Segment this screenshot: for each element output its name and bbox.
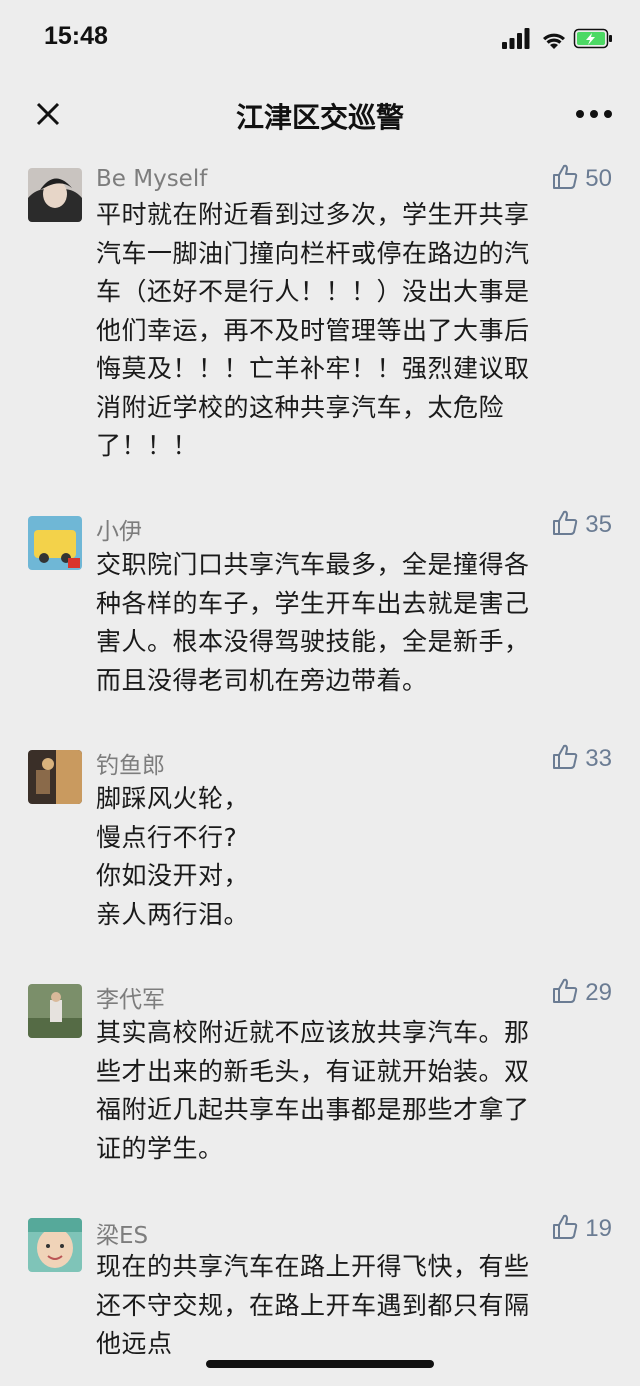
home-indicator[interactable]	[206, 1360, 434, 1368]
like-count: 29	[585, 979, 612, 1006]
thumbs-up-icon	[551, 509, 579, 541]
comment-username: 梁ES	[96, 1223, 149, 1249]
avatar[interactable]	[28, 516, 82, 570]
comment-text: 脚踩风火轮， 慢点行不行? 你如没开对， 亲人两行泪。	[96, 784, 250, 929]
like-count: 35	[585, 511, 612, 538]
thumbs-up-icon	[551, 743, 579, 775]
comment-list: Be Myself 50 平时就在附近看到过多次，学生开共享 汽车一脚油门撞向栏…	[0, 150, 640, 1386]
battery-icon	[573, 28, 612, 49]
page-title: 江津区交巡警	[235, 101, 404, 134]
status-time: 15:48	[44, 22, 108, 50]
like-count: 33	[585, 745, 612, 772]
status-icons	[502, 26, 614, 52]
like-button[interactable]: 29	[551, 978, 612, 1008]
comment-username: 小伊	[96, 519, 142, 545]
avatar[interactable]	[28, 1218, 82, 1272]
like-button[interactable]: 19	[551, 1214, 612, 1244]
comment-text: 现在的共享汽车在路上开得飞快，有些 还不守交规，在路上开车遇到都只有隔 他远点	[96, 1252, 530, 1358]
like-button[interactable]: 50	[551, 164, 612, 194]
comment-username: Be Myself	[96, 166, 208, 192]
like-button[interactable]: 35	[551, 510, 612, 540]
thumbs-up-icon	[551, 977, 579, 1009]
like-count: 19	[585, 1215, 612, 1242]
avatar[interactable]	[28, 168, 82, 222]
comment-username: 李代军	[96, 987, 165, 1013]
wifi-icon	[543, 33, 565, 49]
avatar[interactable]	[28, 984, 82, 1038]
more-icon[interactable]	[574, 102, 614, 126]
comment-username: 钓鱼郎	[96, 753, 165, 779]
nav-bar: 江津区交巡警	[0, 78, 640, 150]
status-bar: 15:48	[0, 0, 640, 78]
thumbs-up-icon	[551, 163, 579, 195]
avatar[interactable]	[28, 750, 82, 804]
like-button[interactable]: 33	[551, 744, 612, 774]
comment-text: 平时就在附近看到过多次，学生开共享 汽车一脚油门撞向栏杆或停在路边的汽 车（还好…	[96, 200, 530, 460]
comment-text: 其实高校附近就不应该放共享汽车。那 些才出来的新毛头，有证就开始装。双 福附近几…	[96, 1018, 530, 1163]
thumbs-up-icon	[551, 1213, 579, 1245]
like-count: 50	[585, 165, 612, 192]
signal-icon	[502, 28, 530, 49]
comment-text: 交职院门口共享汽车最多，全是撞得各 种各样的车子，学生开车出去就是害己 害人。根…	[96, 550, 530, 695]
